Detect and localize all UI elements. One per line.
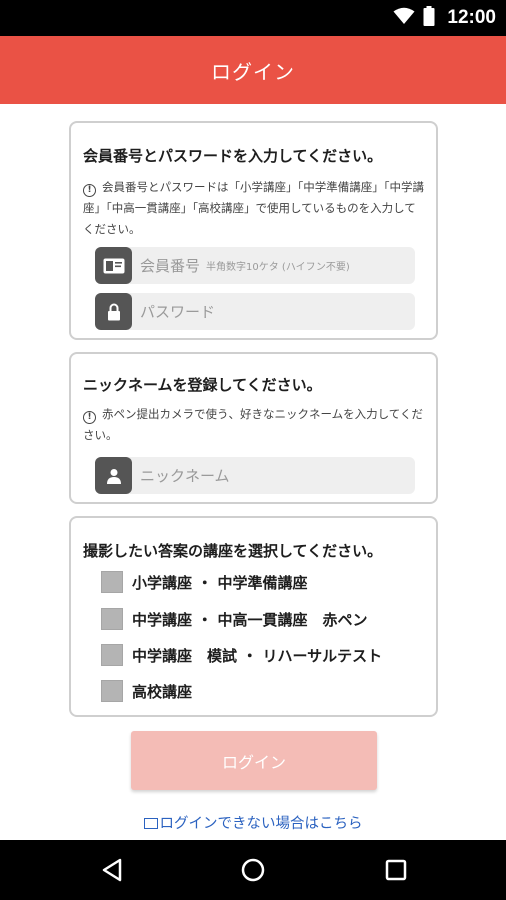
course-card-heading: 撮影したい答案の講座を選択してください。 [83, 542, 383, 560]
member-card-heading: 会員番号とパスワードを入力してください。 [83, 147, 383, 165]
back-icon[interactable] [96, 854, 128, 886]
recent-apps-icon[interactable] [380, 854, 412, 886]
status-time: 12:00 [447, 7, 496, 28]
wifi-icon [393, 7, 415, 29]
login-button[interactable]: ログイン [131, 731, 377, 790]
course-checkbox[interactable] [101, 571, 123, 593]
battery-icon [423, 6, 435, 30]
member-card: 会員番号とパスワードを入力してください。 ! 会員番号とパスワードは「小学講座」「… [69, 121, 438, 340]
course-checkbox[interactable] [101, 644, 123, 666]
course-option[interactable]: 高校講座 [101, 680, 192, 702]
course-checkbox[interactable] [101, 608, 123, 630]
status-icons: 12:00 [393, 6, 496, 30]
info-icon: ! [83, 411, 96, 424]
nickname-field[interactable]: ニックネーム [95, 457, 415, 494]
nickname-card-note-text: 赤ペン提出カメラで使う、好きなニックネームを入力してください。 [83, 407, 423, 442]
password-placeholder: パスワード [140, 303, 216, 321]
app-bar: ログイン [0, 36, 506, 104]
lock-icon [95, 293, 132, 330]
course-option-label: 小学講座 ・ 中学準備講座 [132, 573, 308, 592]
course-option-label: 中学講座 ・ 中高一貫講座 赤ペン [132, 610, 368, 629]
cannot-login-link-label[interactable]: ログインできない場合はこちら [160, 816, 363, 832]
member-number-placeholder: 会員番号 [140, 257, 201, 275]
window-link-icon [143, 818, 158, 829]
course-option[interactable]: 小学講座 ・ 中学準備講座 [101, 571, 307, 593]
member-card-note: ! 会員番号とパスワードは「小学講座」「中学準備講座」「中学講座」「中高一貫講座」… [83, 177, 424, 240]
course-option-label: 中学講座 模試 ・ リハーサルテスト [132, 646, 383, 665]
info-icon: ! [83, 184, 96, 197]
course-option[interactable]: 中学講座 ・ 中高一貫講座 赤ペン [101, 608, 367, 630]
nickname-card: ニックネームを登録してください。 ! 赤ペン提出カメラで使う、好きなニックネームを… [69, 352, 438, 504]
course-checkbox[interactable] [101, 680, 123, 702]
navigation-bar [0, 840, 506, 900]
nickname-card-note: ! 赤ペン提出カメラで使う、好きなニックネームを入力してください。 [83, 404, 424, 446]
person-icon [95, 457, 132, 494]
home-icon[interactable] [237, 854, 269, 886]
app-bar-title: ログイン [211, 59, 295, 84]
member-number-field[interactable]: 会員番号 半角数字10ケタ (ハイフン不要) [95, 247, 415, 284]
nickname-card-heading: ニックネームを登録してください。 [83, 376, 322, 394]
nickname-placeholder: ニックネーム [140, 467, 230, 485]
id-card-icon [95, 247, 132, 284]
member-card-note-text: 会員番号とパスワードは「小学講座」「中学準備講座」「中学講座」「中高一貫講座」「… [83, 180, 424, 236]
cannot-login-link[interactable]: ログインできない場合はこちら [0, 812, 506, 833]
status-bar: 12:00 [0, 0, 506, 36]
course-card: 撮影したい答案の講座を選択してください。 小学講座 ・ 中学準備講座 中学講座 … [69, 516, 438, 717]
password-field[interactable]: パスワード [95, 293, 415, 330]
member-number-hint: 半角数字10ケタ (ハイフン不要) [206, 262, 350, 273]
course-option[interactable]: 中学講座 模試 ・ リハーサルテスト [101, 644, 382, 666]
course-option-label: 高校講座 [132, 682, 193, 701]
